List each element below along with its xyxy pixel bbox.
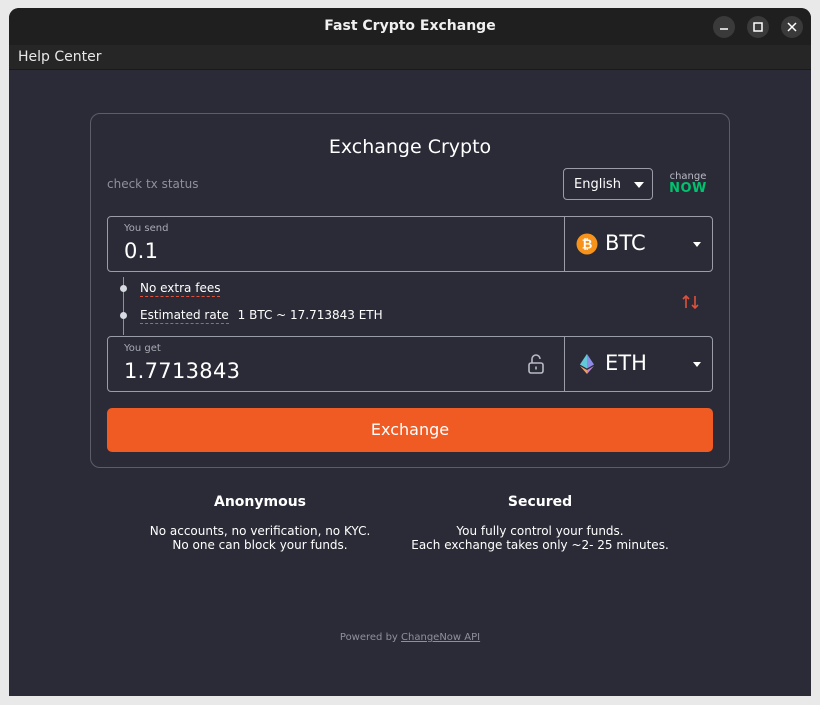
caret-down-icon — [634, 182, 644, 188]
footer: Powered by ChangeNow API — [0, 632, 820, 643]
no-extra-fees[interactable]: No extra fees — [140, 281, 221, 297]
changenow-api-link[interactable]: ChangeNow API — [401, 632, 480, 643]
maximize-button[interactable] — [747, 16, 769, 38]
feature-anonymous: Anonymous No accounts, no verification, … — [120, 494, 400, 552]
feature-title: Anonymous — [213, 494, 307, 510]
send-label: You send — [124, 223, 169, 234]
estimated-rate-value: 1 BTC ~ 17.713843 ETH — [237, 308, 383, 322]
send-currency-label[interactable]: BTC — [605, 231, 646, 255]
get-currency-caret-icon[interactable] — [693, 362, 701, 367]
ethereum-icon — [580, 354, 594, 374]
minimize-button[interactable] — [713, 16, 735, 38]
minimize-icon — [720, 28, 728, 30]
get-field: You get 1.7713843 ETH — [107, 336, 713, 392]
timeline-dot — [120, 285, 127, 292]
send-amount-input[interactable]: 0.1 — [124, 239, 158, 263]
feature-secured: Secured You fully control your funds. Ea… — [390, 494, 690, 552]
estimated-rate-label[interactable]: Estimated rate — [140, 308, 229, 324]
exchange-button[interactable]: Exchange — [107, 408, 713, 452]
feature-line: You fully control your funds. — [456, 524, 624, 538]
changenow-logo: change NOW — [667, 172, 709, 196]
menu-bar: Help Center — [9, 45, 811, 70]
card-title: Exchange Crypto — [328, 136, 492, 158]
feature-title: Secured — [507, 494, 573, 510]
language-label: English — [574, 177, 621, 192]
timeline-dot — [120, 312, 127, 319]
window-title: Fast Crypto Exchange — [324, 18, 496, 34]
feature-line: No one can block your funds. — [172, 538, 348, 552]
feature-line: No accounts, no verification, no KYC. — [149, 524, 371, 538]
send-currency-caret-icon[interactable] — [693, 242, 701, 247]
field-divider — [564, 217, 565, 271]
unlock-icon[interactable] — [526, 353, 546, 375]
swap-arrows-icon[interactable] — [681, 294, 701, 310]
field-divider — [564, 337, 565, 391]
logo-text-bottom: NOW — [669, 181, 707, 196]
check-tx-status-link[interactable]: check tx status — [107, 177, 198, 191]
no-extra-fees-label: No extra fees — [140, 281, 221, 297]
footer-prefix: Powered by — [339, 632, 402, 643]
exchange-card: Exchange Crypto check tx status English … — [90, 113, 730, 468]
svg-text:₿: ₿ — [582, 238, 593, 253]
title-bar: Fast Crypto Exchange — [9, 8, 811, 45]
close-button[interactable] — [781, 16, 803, 38]
estimated-rate: Estimated rate 1 BTC ~ 17.713843 ETH — [140, 308, 383, 324]
close-icon — [787, 22, 797, 32]
bitcoin-icon: ₿ — [576, 233, 598, 255]
app-window: Fast Crypto Exchange Help Center Exchang… — [9, 8, 811, 696]
maximize-icon — [753, 22, 763, 32]
feature-line: Each exchange takes only ~2- 25 minutes. — [411, 538, 669, 552]
get-label: You get — [124, 343, 161, 354]
language-select[interactable]: English — [563, 168, 653, 200]
feature-text: No accounts, no verification, no KYC. No… — [120, 524, 400, 552]
feature-text: You fully control your funds. Each excha… — [390, 524, 690, 552]
get-currency-label[interactable]: ETH — [605, 351, 647, 375]
send-field: You send 0.1 ₿ BTC — [107, 216, 713, 272]
menu-help-center[interactable]: Help Center — [18, 49, 102, 65]
get-amount-output[interactable]: 1.7713843 — [124, 359, 240, 383]
